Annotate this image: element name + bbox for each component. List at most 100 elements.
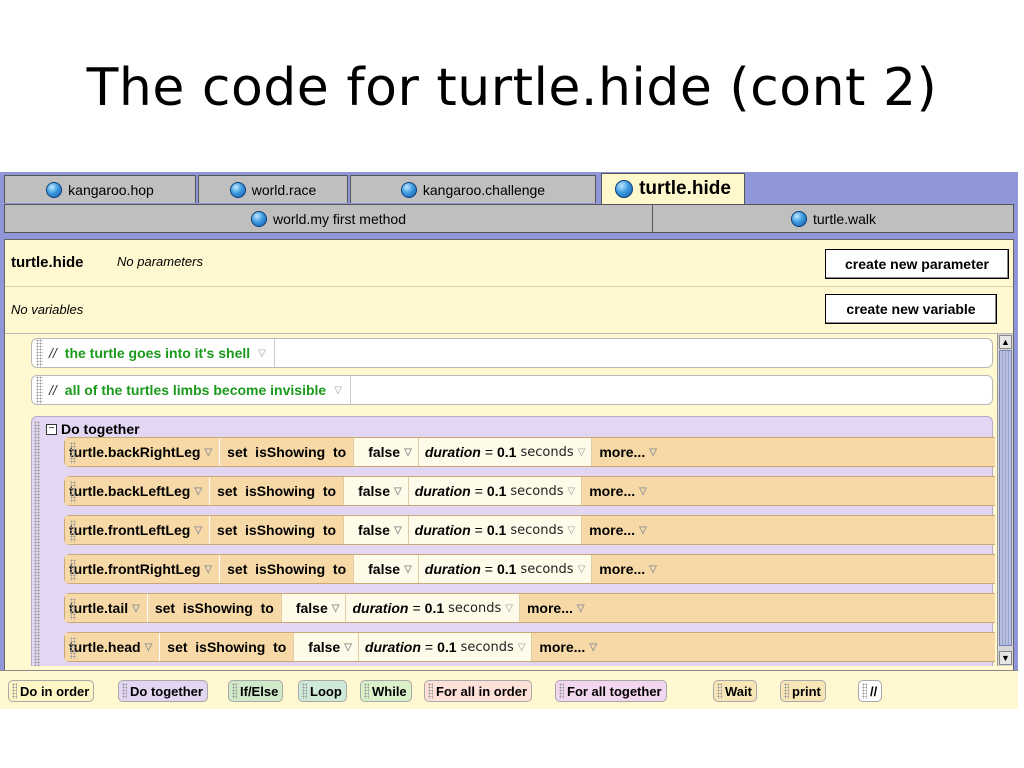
drag-handle[interactable] bbox=[70, 598, 76, 621]
drag-handle[interactable] bbox=[428, 683, 433, 699]
dropdown-arrow-icon[interactable]: ▽ bbox=[394, 486, 402, 497]
duration-parameter[interactable]: duration = 0.1 seconds ▽ bbox=[358, 633, 533, 661]
set-isshowing-statement[interactable]: turtle.frontLeftLeg ▽ set isShowing to fals… bbox=[64, 515, 995, 545]
duration-parameter[interactable]: duration = 0.1 seconds ▽ bbox=[418, 555, 593, 583]
dropdown-arrow-icon[interactable]: ▽ bbox=[649, 447, 657, 458]
comment-statement[interactable]: // the turtle goes into it's shell ▽ bbox=[31, 338, 993, 368]
dropdown-arrow-icon[interactable]: ▽ bbox=[334, 385, 342, 396]
scroll-thumb[interactable] bbox=[999, 350, 1012, 646]
value-selector[interactable]: false ▽ bbox=[280, 594, 347, 622]
dropdown-arrow-icon[interactable]: ▽ bbox=[145, 642, 153, 653]
dropdown-arrow-icon[interactable]: ▽ bbox=[589, 642, 597, 653]
set-isshowing-statement[interactable]: turtle.tail ▽ set isShowing to false ▽ durati… bbox=[64, 593, 995, 623]
drag-handle[interactable] bbox=[70, 442, 76, 465]
tab-turtle-walk[interactable]: turtle.walk bbox=[654, 205, 1013, 232]
drag-handle[interactable] bbox=[12, 683, 17, 699]
dropdown-arrow-icon[interactable]: ▽ bbox=[568, 486, 576, 497]
drag-handle[interactable] bbox=[36, 376, 43, 404]
create-new-parameter-button[interactable]: create new parameter bbox=[825, 249, 1009, 279]
drag-handle[interactable] bbox=[34, 421, 40, 666]
more-options[interactable]: more... ▽ bbox=[582, 477, 654, 505]
dropdown-arrow-icon[interactable]: ▽ bbox=[639, 486, 647, 497]
palette-print-button[interactable]: print bbox=[780, 680, 826, 702]
scroll-down-icon[interactable]: ▼ bbox=[999, 651, 1012, 665]
dropdown-arrow-icon[interactable]: ▽ bbox=[404, 564, 412, 575]
drag-handle[interactable] bbox=[784, 683, 789, 699]
palette-loop-button[interactable]: Loop bbox=[298, 680, 347, 702]
more-options[interactable]: more... ▽ bbox=[582, 516, 654, 544]
object-selector[interactable]: turtle.tail ▽ bbox=[65, 594, 148, 622]
drag-handle[interactable] bbox=[122, 683, 127, 699]
more-options[interactable]: more... ▽ bbox=[532, 633, 604, 661]
dropdown-arrow-icon[interactable]: ▽ bbox=[649, 564, 657, 575]
set-isshowing-statement[interactable]: turtle.backLeftLeg ▽ set isShowing to false… bbox=[64, 476, 995, 506]
dropdown-arrow-icon[interactable]: ▽ bbox=[194, 525, 202, 536]
dropdown-arrow-icon[interactable]: ▽ bbox=[578, 447, 586, 458]
duration-parameter[interactable]: duration = 0.1 seconds ▽ bbox=[408, 516, 583, 544]
dropdown-arrow-icon[interactable]: ▽ bbox=[567, 525, 575, 536]
dropdown-arrow-icon[interactable]: ▽ bbox=[204, 447, 212, 458]
palette-for-all-together-button[interactable]: For all together bbox=[555, 680, 667, 702]
palette-while-button[interactable]: While bbox=[360, 680, 412, 702]
object-selector[interactable]: turtle.frontLeftLeg ▽ bbox=[65, 516, 211, 544]
comment-statement[interactable]: // all of the turtles limbs become invis… bbox=[31, 375, 993, 405]
object-selector[interactable]: turtle.frontRightLeg ▽ bbox=[65, 555, 221, 583]
scroll-up-icon[interactable]: ▲ bbox=[999, 335, 1012, 349]
tab-kangaroo-hop[interactable]: kangaroo.hop bbox=[4, 175, 196, 203]
duration-parameter[interactable]: duration = 0.1 seconds ▽ bbox=[418, 438, 593, 466]
value-selector[interactable]: false ▽ bbox=[353, 438, 419, 466]
drag-handle[interactable] bbox=[232, 683, 237, 699]
do-together-block[interactable]: − Do together turtle.backRightLeg ▽ set is… bbox=[31, 416, 995, 666]
dropdown-arrow-icon[interactable]: ▽ bbox=[518, 642, 526, 653]
object-selector[interactable]: turtle.head ▽ bbox=[65, 633, 161, 661]
value-selector[interactable]: false ▽ bbox=[353, 555, 419, 583]
set-isshowing-statement[interactable]: turtle.head ▽ set isShowing to false ▽ durati… bbox=[64, 632, 995, 662]
value-selector[interactable]: false ▽ bbox=[343, 516, 409, 544]
drag-handle[interactable] bbox=[717, 683, 722, 699]
comment-text[interactable]: the turtle goes into it's shell bbox=[65, 345, 254, 361]
drag-handle[interactable] bbox=[559, 683, 564, 699]
duration-parameter[interactable]: duration = 0.1 seconds ▽ bbox=[408, 477, 583, 505]
set-isshowing-statement[interactable]: turtle.frontRightLeg ▽ set isShowing to fal… bbox=[64, 554, 995, 584]
more-options[interactable]: more... ▽ bbox=[520, 594, 592, 622]
comment-text[interactable]: all of the turtles limbs become invisibl… bbox=[65, 382, 330, 398]
dropdown-arrow-icon[interactable]: ▽ bbox=[344, 642, 352, 653]
dropdown-arrow-icon[interactable]: ▽ bbox=[132, 603, 140, 614]
dropdown-arrow-icon[interactable]: ▽ bbox=[332, 603, 340, 614]
tab-world-race[interactable]: world.race bbox=[198, 175, 348, 203]
dropdown-arrow-icon[interactable]: ▽ bbox=[194, 486, 202, 497]
tab-world-my-first-method[interactable]: world.my first method bbox=[5, 205, 653, 232]
drag-handle[interactable] bbox=[70, 559, 76, 582]
set-isshowing-statement[interactable]: turtle.backRightLeg ▽ set isShowing to fals… bbox=[64, 437, 995, 467]
dropdown-arrow-icon[interactable]: ▽ bbox=[577, 603, 585, 614]
object-selector[interactable]: turtle.backLeftLeg ▽ bbox=[65, 477, 211, 505]
drag-handle[interactable] bbox=[70, 481, 76, 504]
palette-comment-button[interactable]: // bbox=[858, 680, 883, 702]
palette-do-together-button[interactable]: Do together bbox=[118, 680, 208, 702]
drag-handle[interactable] bbox=[70, 520, 76, 543]
collapse-icon[interactable]: − bbox=[46, 424, 57, 435]
drag-handle[interactable] bbox=[862, 683, 867, 699]
tab-kangaroo-challenge[interactable]: kangaroo.challenge bbox=[350, 175, 596, 203]
dropdown-arrow-icon[interactable]: ▽ bbox=[204, 564, 212, 575]
vertical-scrollbar[interactable]: ▲ ▼ bbox=[997, 334, 1013, 666]
palette-if-else-button[interactable]: If/Else bbox=[228, 680, 284, 702]
more-options[interactable]: more... ▽ bbox=[592, 438, 664, 466]
dropdown-arrow-icon[interactable]: ▽ bbox=[505, 603, 513, 614]
drag-handle[interactable] bbox=[36, 339, 43, 367]
create-new-variable-button[interactable]: create new variable bbox=[825, 294, 997, 324]
value-selector[interactable]: false ▽ bbox=[293, 633, 359, 661]
dropdown-arrow-icon[interactable]: ▽ bbox=[578, 564, 586, 575]
object-selector[interactable]: turtle.backRightLeg ▽ bbox=[65, 438, 221, 466]
duration-parameter[interactable]: duration = 0.1 seconds ▽ bbox=[346, 594, 520, 622]
palette-for-all-in-order-button[interactable]: For all in order bbox=[424, 680, 533, 702]
dropdown-arrow-icon[interactable]: ▽ bbox=[639, 525, 647, 536]
palette-wait-button[interactable]: Wait bbox=[713, 680, 757, 702]
drag-handle[interactable] bbox=[70, 637, 76, 660]
tab-turtle-hide[interactable]: turtle.hide bbox=[601, 173, 745, 204]
dropdown-arrow-icon[interactable]: ▽ bbox=[258, 348, 266, 359]
dropdown-arrow-icon[interactable]: ▽ bbox=[394, 525, 402, 536]
dropdown-arrow-icon[interactable]: ▽ bbox=[404, 447, 412, 458]
drag-handle[interactable] bbox=[302, 683, 307, 699]
value-selector[interactable]: false ▽ bbox=[343, 477, 409, 505]
